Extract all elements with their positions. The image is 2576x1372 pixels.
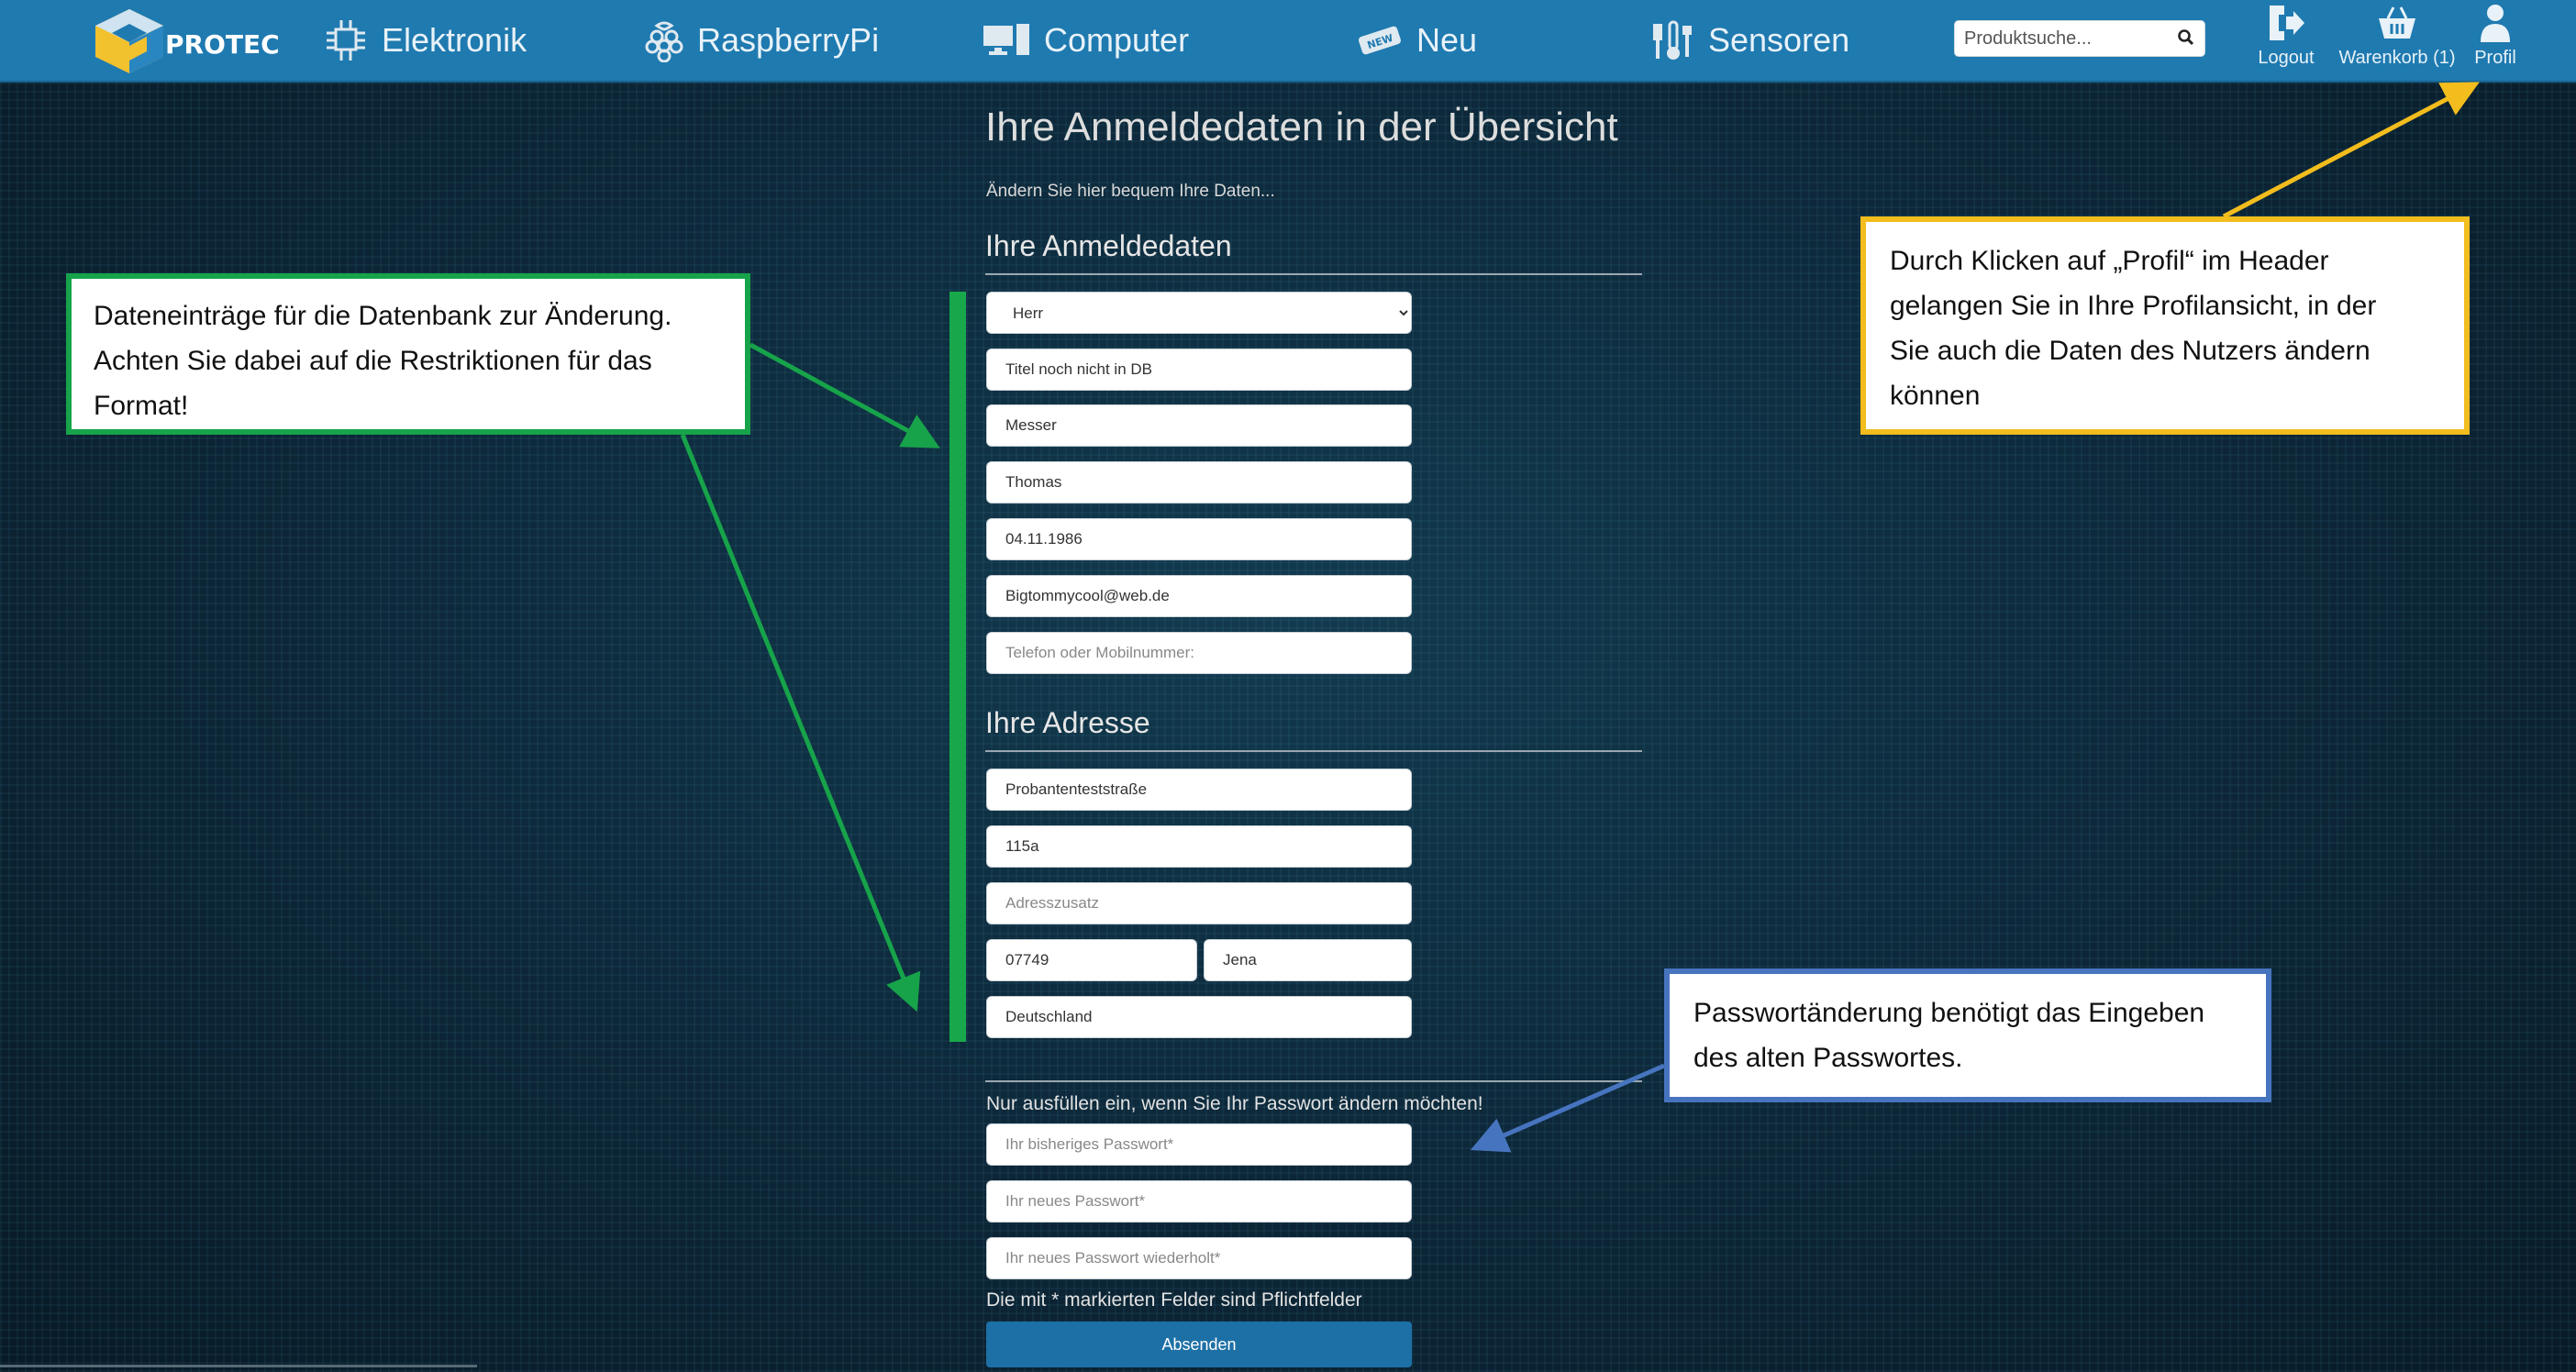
address-extra-input[interactable] xyxy=(986,882,1412,924)
search-icon[interactable] xyxy=(2177,28,2195,47)
cart-label: Warenkorb (1) xyxy=(2338,48,2456,68)
annotation-line: Passwortänderung benötigt das Eingeben xyxy=(1693,998,2205,1028)
protec-logo[interactable]: PROTEC xyxy=(92,6,280,77)
user-icon xyxy=(2481,5,2510,42)
nav-label: Elektronik xyxy=(382,21,527,59)
old-password-input[interactable] xyxy=(986,1123,1412,1166)
section-divider xyxy=(985,1080,1642,1082)
nav-computer[interactable]: Computer xyxy=(982,0,1189,81)
yellow-arrow xyxy=(2222,82,2480,219)
cart-button[interactable]: Warenkorb (1) xyxy=(2330,2,2464,79)
annotation-line: des alten Passwortes. xyxy=(1693,1043,1963,1073)
logo-cube-icon xyxy=(95,9,163,73)
annotation-line: Format! xyxy=(94,391,189,421)
annotation-line: können xyxy=(1890,381,1981,411)
city-input[interactable] xyxy=(1204,939,1412,981)
page-subtitle: Ändern Sie hier bequem Ihre Daten... xyxy=(986,182,1275,201)
submit-button[interactable]: Absenden xyxy=(986,1322,1412,1367)
section-divider xyxy=(985,273,1642,275)
nav-label: RaspberryPi xyxy=(697,21,880,59)
address-section-title: Ihre Adresse xyxy=(985,706,1150,739)
login-section-title: Ihre Anmeldedaten xyxy=(985,229,1232,262)
annotation-line: Sie auch die Daten des Nutzers ändern xyxy=(1890,336,2371,366)
nav-elektronik[interactable]: Elektronik xyxy=(323,0,527,81)
house-number-input[interactable] xyxy=(986,825,1412,868)
required-note: Die mit * markierten Felder sind Pflicht… xyxy=(986,1289,1362,1311)
annotation-blue: Passwortänderung benötigt das Eingeben d… xyxy=(1664,968,2271,1102)
section-divider xyxy=(985,750,1642,752)
horizontal-scrollbar[interactable] xyxy=(0,1365,477,1367)
sensor-icon xyxy=(1653,20,1692,60)
raspberry-icon xyxy=(645,21,683,62)
annotation-yellow: Durch Klicken auf „Profil“ im Header gel… xyxy=(1860,216,2470,435)
title-input[interactable] xyxy=(986,349,1412,391)
logout-label: Logout xyxy=(2258,48,2315,68)
green-arrow-top xyxy=(749,342,940,448)
annotation-bracket xyxy=(949,292,966,1042)
nav-label: Sensoren xyxy=(1708,21,1850,59)
firstname-input[interactable] xyxy=(986,461,1412,503)
new-badge-icon: NEW xyxy=(1359,26,1401,55)
street-input[interactable] xyxy=(986,769,1412,811)
computer-icon xyxy=(983,24,1029,55)
green-arrow-bottom xyxy=(680,434,921,1012)
birthdate-input[interactable] xyxy=(986,518,1412,560)
annotation-line: gelangen Sie in Ihre Profilansicht, in d… xyxy=(1890,291,2377,321)
logout-button[interactable]: Logout xyxy=(2249,2,2323,79)
lastname-input[interactable] xyxy=(986,404,1412,447)
blue-arrow xyxy=(1470,1063,1665,1153)
phone-input[interactable] xyxy=(986,632,1412,674)
nav-raspberrypi[interactable]: RaspberryPi xyxy=(644,0,879,81)
site-header: PROTEC Elektronik RaspberryPi Computer N… xyxy=(0,0,2576,83)
search-input[interactable] xyxy=(1962,21,2168,56)
annotation-line: Achten Sie dabei auf die Restriktionen f… xyxy=(94,346,652,376)
product-search[interactable] xyxy=(1954,20,2205,57)
logo-text: PROTEC xyxy=(165,29,280,60)
nav-label: Neu xyxy=(1416,21,1478,59)
new-password-input[interactable] xyxy=(986,1180,1412,1223)
zip-input[interactable] xyxy=(986,939,1197,981)
annotation-line: Dateneinträge für die Datenbank zur Ände… xyxy=(94,301,672,331)
email-input[interactable] xyxy=(986,575,1412,617)
logout-icon xyxy=(2270,6,2304,40)
annotation-arrows xyxy=(680,82,2480,1153)
page-title: Ihre Anmeldedaten in der Übersicht xyxy=(985,105,1618,149)
annotation-green: Dateneinträge für die Datenbank zur Ände… xyxy=(66,273,750,435)
repeat-password-input[interactable] xyxy=(986,1237,1412,1279)
password-hint: Nur ausfüllen ein, wenn Sie Ihr Passwort… xyxy=(986,1093,1483,1114)
profile-label: Profil xyxy=(2474,48,2516,68)
salutation-select[interactable]: Herr xyxy=(986,292,1412,334)
profile-button[interactable]: Profil xyxy=(2468,2,2523,79)
country-input[interactable] xyxy=(986,996,1412,1038)
basket-icon xyxy=(2379,6,2415,39)
circuit-icon xyxy=(327,20,365,61)
nav-neu[interactable]: NEW Neu xyxy=(1356,0,1477,81)
nav-label: Computer xyxy=(1044,21,1190,59)
annotation-line: Durch Klicken auf „Profil“ im Header xyxy=(1890,246,2329,276)
nav-sensoren[interactable]: Sensoren xyxy=(1649,0,1849,81)
